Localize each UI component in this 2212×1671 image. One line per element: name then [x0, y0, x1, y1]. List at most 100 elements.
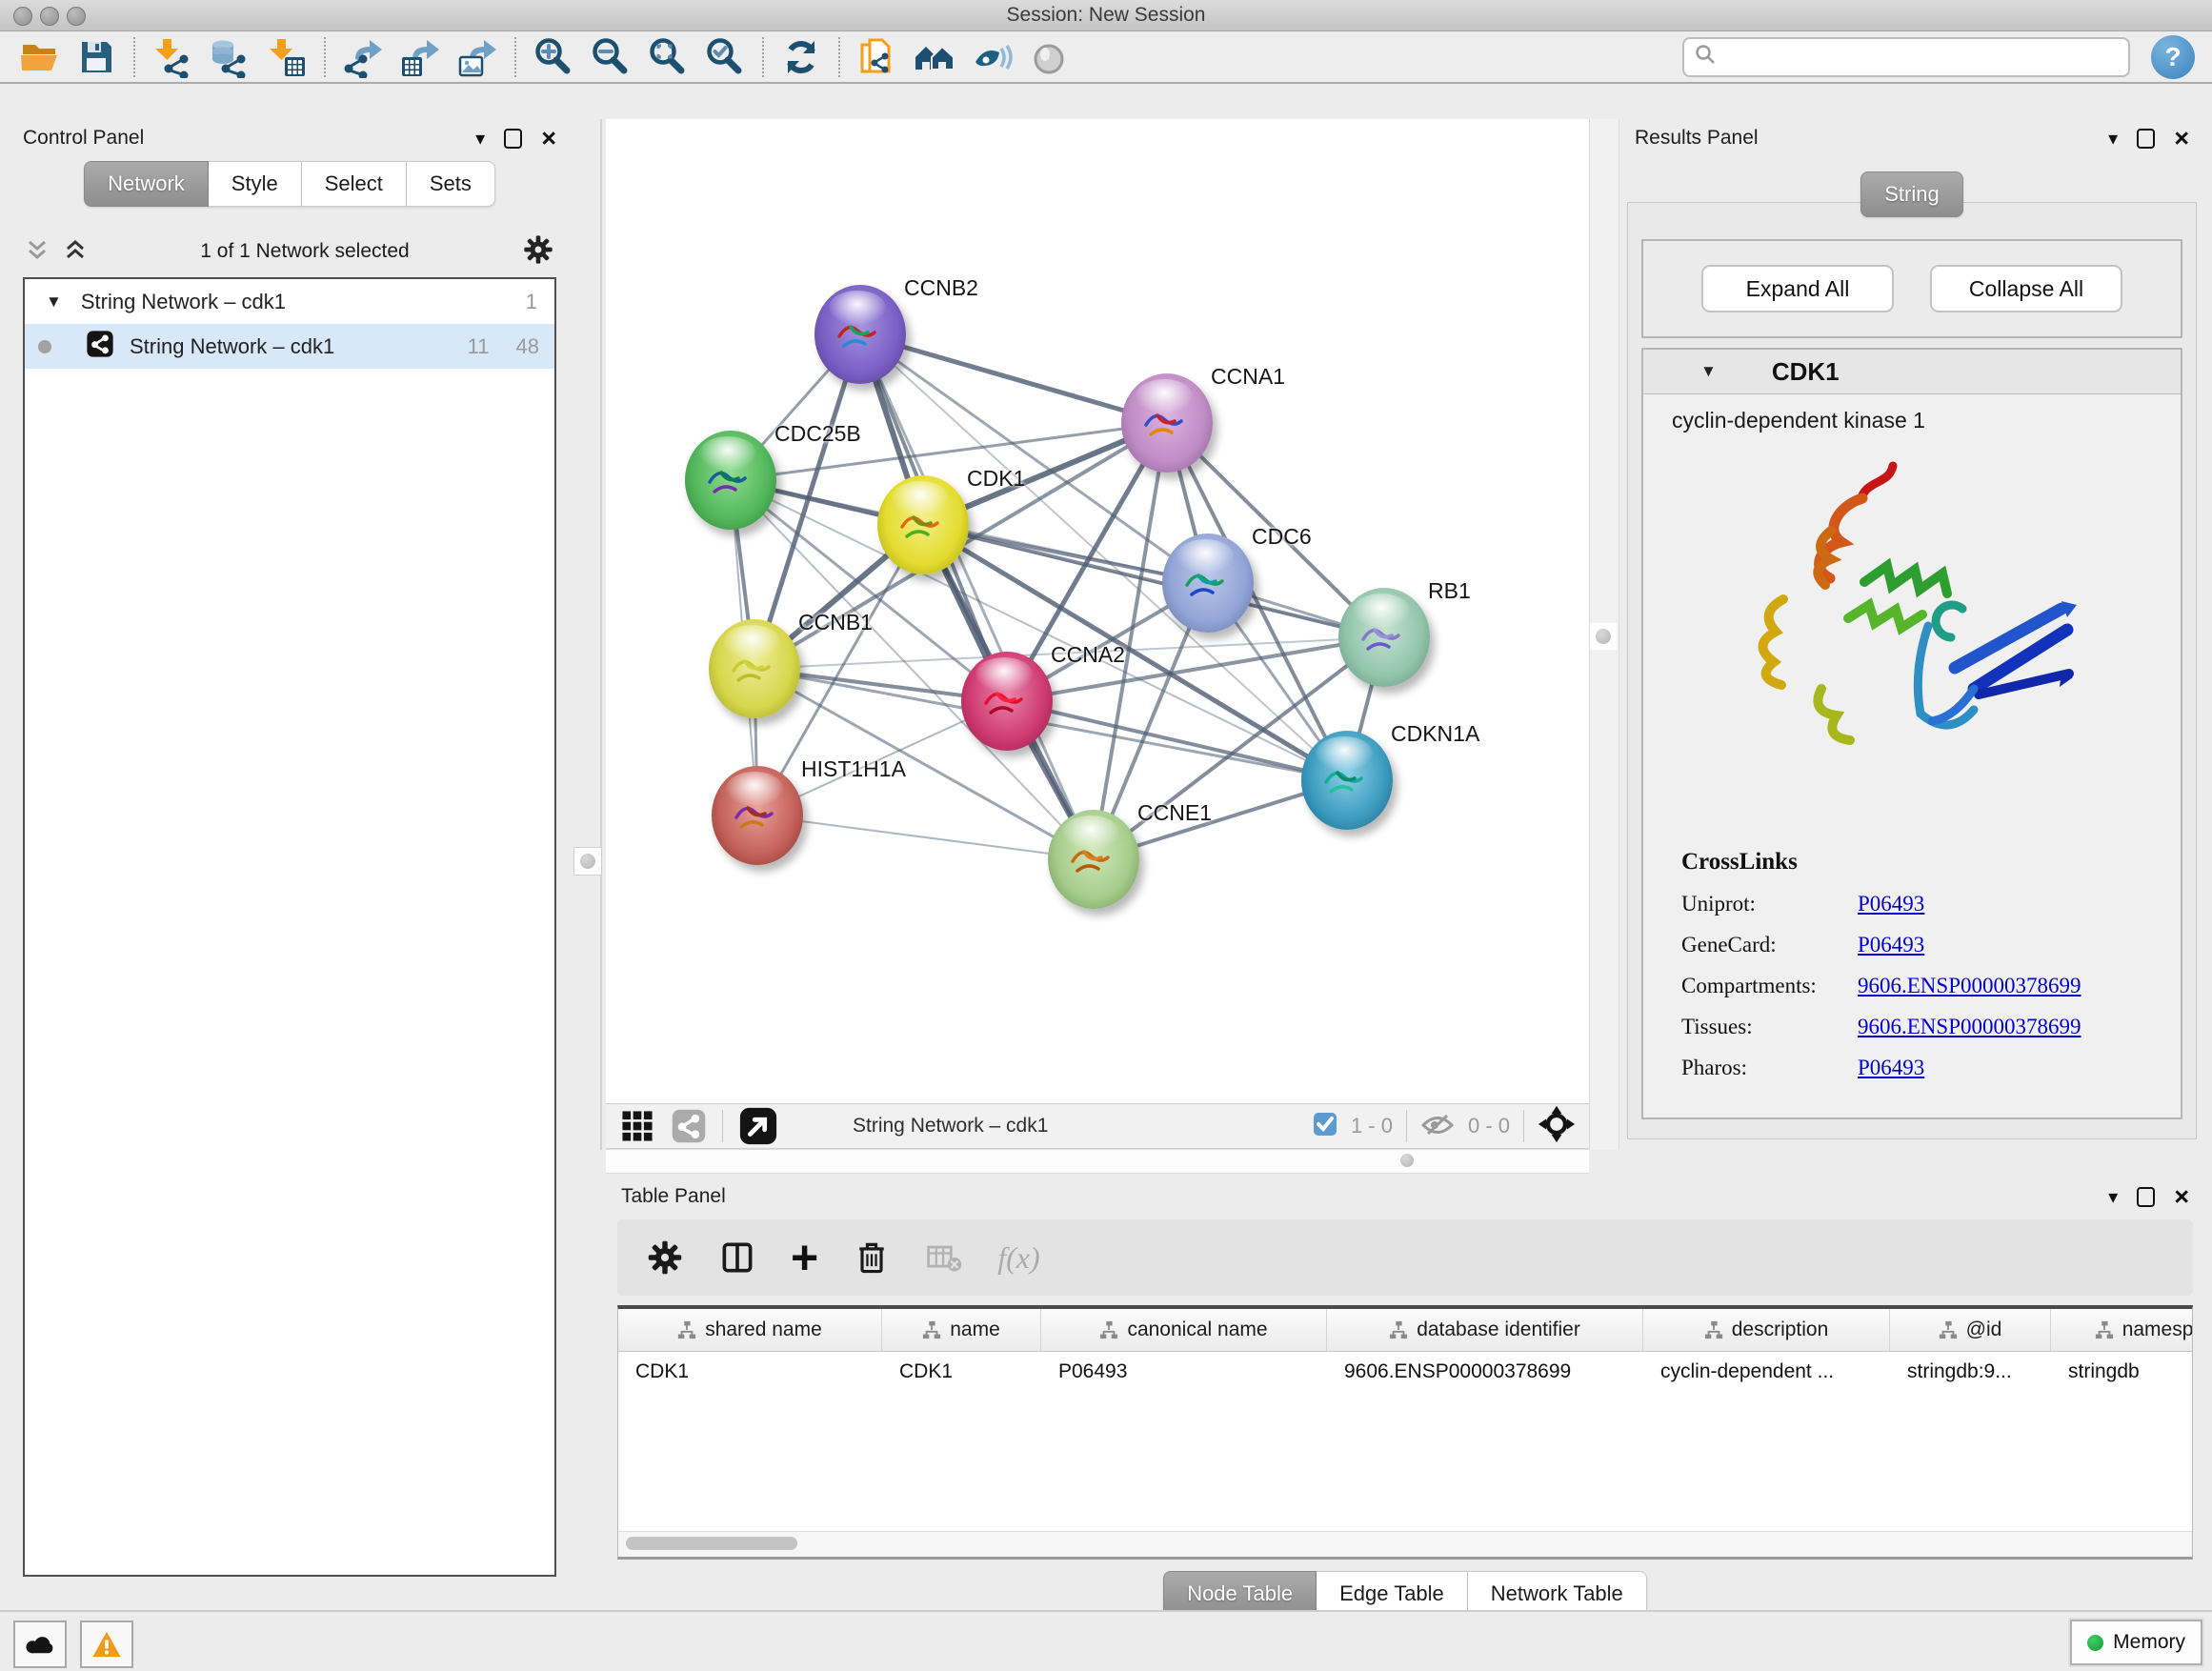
title-bar: Session: New Session: [0, 0, 2212, 31]
column-header-canonical-name[interactable]: canonical name: [1041, 1309, 1327, 1351]
network-node-ccnb2[interactable]: [814, 285, 906, 384]
search-input[interactable]: [1724, 45, 2119, 69]
zoom-in-icon[interactable]: [532, 35, 575, 79]
column-header-database-identifier[interactable]: database identifier: [1327, 1309, 1643, 1351]
save-session-icon[interactable]: [74, 35, 118, 79]
panel-close-icon[interactable]: ×: [2174, 1184, 2189, 1210]
panel-menu-icon[interactable]: ▾: [2108, 1185, 2118, 1209]
panel-float-icon[interactable]: [2137, 129, 2155, 149]
import-network-icon[interactable]: [151, 35, 194, 79]
export-table-icon[interactable]: [398, 35, 442, 79]
crosslink-link[interactable]: P06493: [1858, 892, 1924, 916]
right-splitter-handle[interactable]: [1590, 623, 1617, 650]
panel-float-icon[interactable]: [504, 129, 522, 149]
import-table-icon[interactable]: [265, 35, 309, 79]
network-row[interactable]: String Network – cdk1 11 48: [25, 324, 554, 369]
zoom-selected-icon[interactable]: [703, 35, 747, 79]
panel-menu-icon[interactable]: ▾: [2108, 127, 2118, 151]
left-splitter[interactable]: [600, 119, 602, 1150]
horizontal-splitter-handle[interactable]: [1400, 1154, 1414, 1167]
panel-close-icon[interactable]: ×: [2174, 126, 2189, 151]
memory-button[interactable]: Memory: [2070, 1620, 2202, 1665]
protein-thumbnail: [895, 498, 950, 552]
table-horizontal-scrollbar[interactable]: [618, 1531, 2192, 1557]
column-label: description: [1732, 1319, 1829, 1341]
table-panel-title: Table Panel: [621, 1185, 2108, 1208]
column-header-description[interactable]: description: [1643, 1309, 1890, 1351]
network-node-ccna2[interactable]: [961, 652, 1053, 751]
network-node-cdc6[interactable]: [1162, 534, 1254, 633]
crosslinks-section: CrossLinks Uniprot:P06493GeneCard:P06493…: [1643, 849, 2181, 1080]
warning-status-button[interactable]: [80, 1621, 133, 1668]
table-settings-gear-icon[interactable]: [646, 1238, 684, 1277]
gene-section-header[interactable]: ▼ CDK1: [1643, 350, 2181, 394]
collapse-all-button[interactable]: Collapse All: [1930, 265, 2122, 312]
network-node-cdkn1a[interactable]: [1301, 731, 1393, 830]
scrollbar-thumb[interactable]: [626, 1537, 797, 1550]
crosslink-link[interactable]: 9606.ENSP00000378699: [1858, 974, 2081, 998]
expand-all-networks-icon[interactable]: [25, 236, 50, 268]
expand-all-button[interactable]: Expand All: [1701, 265, 1894, 312]
fit-content-icon[interactable]: [1538, 1105, 1576, 1148]
column-header-shared-name[interactable]: shared name: [618, 1309, 882, 1351]
graphics-details-icon[interactable]: [970, 35, 1014, 79]
network-node-ccnb1[interactable]: [709, 619, 800, 718]
crosslink-link[interactable]: 9606.ENSP00000378699: [1858, 1015, 2081, 1039]
network-collection-row[interactable]: ▼ String Network – cdk1 1: [25, 279, 554, 324]
delete-column-icon[interactable]: [853, 1238, 891, 1277]
show-columns-icon[interactable]: [718, 1238, 756, 1277]
network-node-ccne1[interactable]: [1048, 810, 1139, 909]
panel-close-icon[interactable]: ×: [541, 126, 556, 151]
export-network-icon[interactable]: [341, 35, 385, 79]
network-node-hist1h1a[interactable]: [712, 766, 803, 865]
toolbar-group: [17, 35, 118, 79]
network-node-ccna1[interactable]: [1121, 373, 1213, 473]
tab-sets[interactable]: Sets: [407, 161, 495, 207]
collapse-all-networks-icon[interactable]: [63, 236, 88, 268]
grid-view-icon[interactable]: [619, 1108, 655, 1144]
clone-network-icon[interactable]: [855, 35, 899, 79]
crosslink-link[interactable]: P06493: [1858, 1056, 1924, 1080]
search-icon: [1694, 43, 1717, 70]
function-builder-icon: f(x): [997, 1240, 1039, 1276]
hidden-eye-icon[interactable]: [1420, 1110, 1455, 1143]
home-icon[interactable]: [913, 35, 956, 79]
cloud-status-button[interactable]: [13, 1621, 67, 1668]
horizontal-splitter[interactable]: [606, 1149, 1589, 1174]
crosslink-link[interactable]: P06493: [1858, 933, 1924, 957]
tab-string[interactable]: String: [1860, 171, 1962, 217]
column-header-namespace[interactable]: namespace: [2051, 1309, 2193, 1351]
tab-select[interactable]: Select: [302, 161, 407, 207]
import-database-icon[interactable]: [208, 35, 251, 79]
refresh-icon[interactable]: [779, 35, 823, 79]
column-header-id[interactable]: @id: [1890, 1309, 2051, 1351]
collection-expander-icon[interactable]: ▼: [46, 292, 62, 312]
column-header-name[interactable]: name: [882, 1309, 1041, 1351]
gene-expander-icon[interactable]: ▼: [1700, 362, 1717, 381]
panel-float-icon[interactable]: [2137, 1187, 2155, 1207]
network-view-icon[interactable]: [671, 1108, 707, 1144]
toolbar-group: [779, 35, 823, 79]
open-session-icon[interactable]: [17, 35, 61, 79]
protein-thumbnail: [1318, 754, 1374, 807]
create-column-icon[interactable]: +: [791, 1238, 818, 1277]
panel-menu-icon[interactable]: ▾: [475, 127, 485, 151]
export-image-icon[interactable]: [455, 35, 499, 79]
selected-checkbox-icon[interactable]: [1313, 1112, 1337, 1141]
birds-eye-icon[interactable]: [1027, 35, 1071, 79]
search-box[interactable]: [1682, 37, 2130, 77]
help-button[interactable]: ?: [2151, 35, 2195, 79]
node-details-box: ▼ CDK1 cyclin-dependent kinase 1: [1641, 348, 2182, 1119]
birds-eye-launch-icon[interactable]: [738, 1106, 778, 1146]
zoom-out-icon[interactable]: [589, 35, 633, 79]
network-node-cdc25b[interactable]: [685, 431, 776, 530]
network-node-rb1[interactable]: [1338, 588, 1430, 687]
network-options-gear-icon[interactable]: [522, 233, 554, 271]
table-row[interactable]: CDK1CDK1P064939606.ENSP00000378699cyclin…: [618, 1352, 2192, 1392]
tab-style[interactable]: Style: [209, 161, 302, 207]
network-node-cdk1[interactable]: [877, 475, 969, 574]
left-splitter-handle[interactable]: [573, 847, 602, 876]
zoom-fit-icon[interactable]: [646, 35, 690, 79]
network-view-canvas[interactable]: CCNB2CCNA1CDC25BCDK1CDC6RB1CCNB1CCNA2CDK…: [606, 119, 1589, 1103]
tab-network[interactable]: Network: [84, 161, 209, 207]
